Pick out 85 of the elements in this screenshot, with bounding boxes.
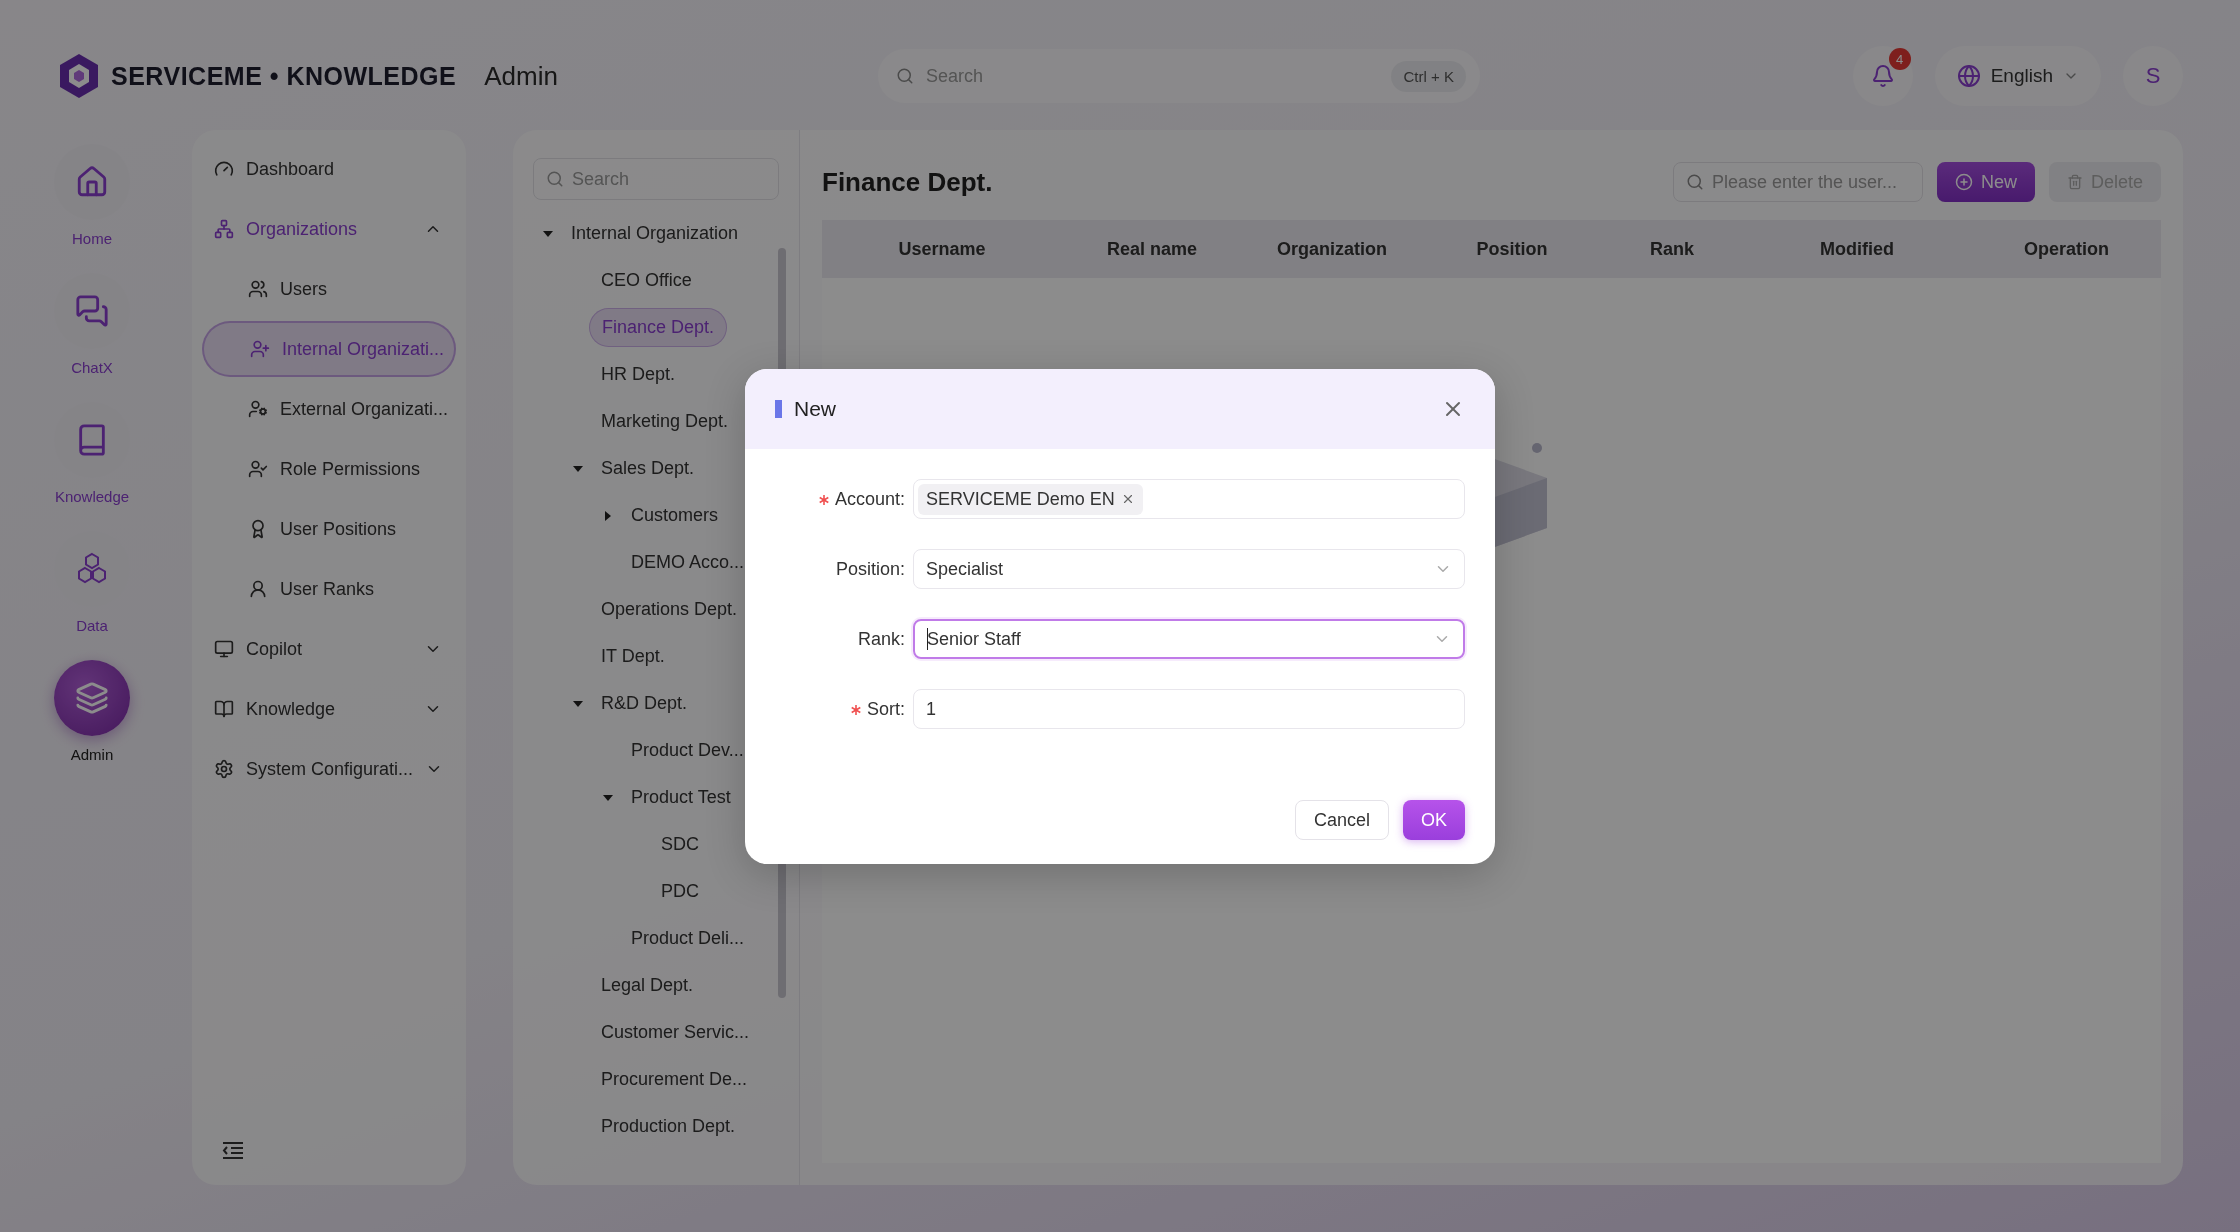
menu-item[interactable]: Dashboard	[202, 141, 456, 197]
tree-item[interactable]: Sales Dept.	[589, 450, 707, 487]
column-header: Position	[1475, 238, 1549, 260]
users-icon	[248, 279, 268, 299]
logo-text: SERVICEME • KNOWLEDGE	[111, 61, 457, 91]
plus-icon	[1954, 173, 1973, 191]
field-label: Position:	[834, 558, 905, 580]
tree-item[interactable]: Product Deli...	[619, 920, 757, 957]
tree-item[interactable]: Internal Organization	[559, 215, 751, 252]
column-header: Organization	[1276, 238, 1388, 260]
menu-item[interactable]: User Positions	[202, 501, 456, 557]
notification-button[interactable]: 4	[1852, 46, 1913, 106]
settings-icon	[214, 759, 234, 779]
cancel-button[interactable]: Cancel	[1294, 800, 1389, 840]
collapse-menu-icon[interactable]	[222, 1141, 244, 1159]
section-title: Admin	[484, 60, 558, 92]
menu-item[interactable]: Knowledge	[202, 681, 456, 737]
tree-item[interactable]: Marketing Dept.	[589, 403, 741, 440]
logo-icon	[57, 52, 101, 100]
tree-item[interactable]: Legal Dept.	[589, 967, 706, 1004]
menu-item[interactable]: Organizations	[202, 201, 456, 257]
tree-item[interactable]: Production Dept.	[589, 1108, 748, 1145]
rail-label: Home	[72, 230, 112, 247]
search-icon	[895, 67, 914, 85]
column-header: Operation	[2023, 238, 2110, 260]
menu-item[interactable]: External Organizati...	[202, 381, 456, 437]
network-icon	[214, 219, 234, 239]
dialog-title: New	[794, 397, 837, 421]
tree-item[interactable]: Customers	[619, 497, 731, 534]
column-header: Real name	[1105, 238, 1198, 260]
tree-item[interactable]: Product Test	[619, 779, 743, 816]
ok-button[interactable]: OK	[1403, 800, 1465, 840]
tree-item[interactable]: Customer Servic...	[589, 1014, 762, 1051]
menu-item[interactable]: User Ranks	[202, 561, 456, 617]
rail-label: ChatX	[71, 359, 113, 376]
menu-item[interactable]: System Configurati...	[202, 741, 456, 797]
bell-icon	[1870, 64, 1895, 88]
select-field[interactable]: Specialist	[913, 549, 1465, 589]
user-cog-icon	[248, 399, 268, 419]
tree-item[interactable]: CEO Office	[589, 262, 704, 299]
column-header: Username	[897, 238, 987, 260]
account-tag: SERVICEME Demo EN	[918, 483, 1143, 515]
user-check-icon	[248, 459, 268, 479]
gauge-icon	[214, 159, 234, 179]
notification-count: 4	[1888, 48, 1911, 70]
book-icon	[214, 699, 234, 719]
tree-item[interactable]: Procurement De...	[589, 1061, 760, 1098]
tree-item[interactable]: HR Dept.	[589, 356, 688, 393]
field-label: Rank:	[856, 628, 905, 650]
tree-item[interactable]: IT Dept.	[589, 638, 677, 675]
input-field[interactable]: 1	[913, 689, 1465, 729]
tree-item[interactable]: PDC	[649, 873, 711, 910]
menu-item[interactable]: Role Permissions	[202, 441, 456, 497]
title-bar-icon	[775, 400, 782, 418]
column-header: Rank	[1649, 238, 1695, 260]
home-icon	[75, 165, 109, 199]
page-title: Finance Dept.	[822, 166, 994, 198]
text-cursor	[927, 628, 928, 650]
tree-item[interactable]: Operations Dept.	[589, 591, 750, 628]
rail-button[interactable]	[54, 660, 130, 736]
rail-label: Knowledge	[54, 488, 130, 505]
rail-label: Admin	[70, 746, 114, 763]
new-button[interactable]: New	[1936, 162, 2035, 202]
user-plus-icon	[250, 339, 270, 359]
shortcut-hint: Ctrl + K	[1391, 60, 1466, 92]
trash-icon	[2066, 174, 2083, 190]
chat-icon	[75, 294, 109, 328]
tag-input-field[interactable]: SERVICEME Demo EN	[913, 479, 1465, 519]
monitor-icon	[214, 639, 234, 659]
language-selector[interactable]: English	[1934, 46, 2101, 106]
search-icon	[546, 170, 564, 188]
menu-item[interactable]: Users	[202, 261, 456, 317]
select-field[interactable]: Senior Staff	[913, 619, 1465, 659]
menu-item[interactable]: Copilot	[202, 621, 456, 677]
user-icon	[248, 579, 268, 599]
avatar[interactable]: S	[2123, 46, 2183, 106]
column-header: Modified	[1819, 238, 1895, 260]
tree-item[interactable]: R&D Dept.	[589, 685, 700, 722]
globe-icon	[1956, 64, 1981, 88]
field-label: Account:	[745, 488, 905, 510]
rail-label: Data	[76, 617, 108, 634]
field-label: Sort:	[745, 698, 905, 720]
search-icon	[1685, 173, 1704, 191]
tree-item[interactable]: SDC	[649, 826, 711, 863]
layers-icon	[75, 681, 109, 715]
